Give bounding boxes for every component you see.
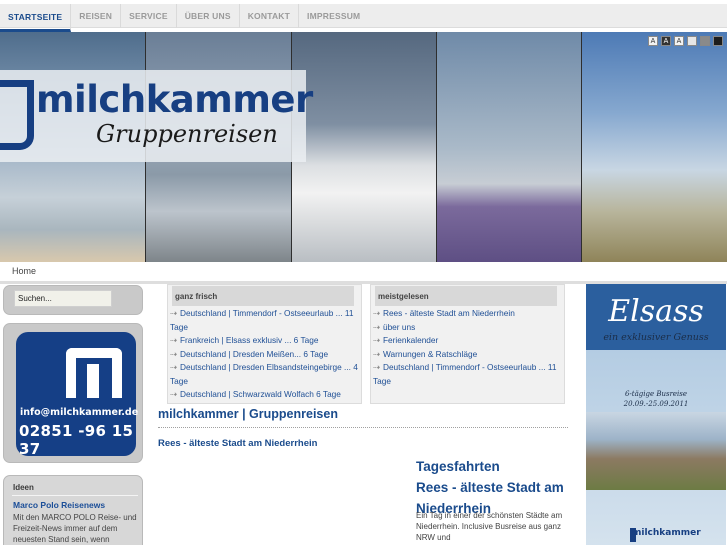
logo-subtitle: Gruppenreisen [96,120,278,148]
list-item[interactable]: ⇢ Ferienkalender [373,334,563,348]
ad-subtitle: ein exklusiver Genuss [603,332,709,343]
milchkammer-m-stem-icon [87,364,99,398]
color-scheme-dark-button[interactable] [713,36,723,46]
list-item[interactable]: ⇢ über uns [373,321,563,335]
ad-photo-village [586,412,726,490]
list-item[interactable]: ⇢ Deutschland | Timmendorf - Ostseeurlaub… [170,307,360,334]
nav-item-ueber-uns[interactable]: ÜBER UNS [177,4,240,28]
font-size-switcher: A A A [648,36,723,46]
list-item[interactable]: ⇢ Warnungen & Ratschläge [373,348,563,362]
list-item[interactable]: ⇢ Deutschland | Timmendorf - Ostseeurlaub… [373,361,563,388]
ad-trip-dates: 20.09.-25.09.2011 [623,400,689,408]
arrow-icon: ⇢ [170,362,177,372]
list-item-label: Ferienkalender [382,335,439,345]
contact-phone: 02851 -96 15 37 [19,422,134,458]
arrow-icon: ⇢ [373,335,380,345]
list-item-label: Deutschland | Dresden Elbsandsteingebirg… [170,362,358,386]
arrow-icon: ⇢ [373,348,380,359]
ideen-news-link[interactable]: Marco Polo Reisenews [13,500,105,510]
tagesfahrten-heading-line: Tagesfahrten [416,459,500,474]
font-size-medium-button[interactable]: A [661,36,671,46]
arrow-icon: ⇢ [170,348,177,359]
nav-item-impressum[interactable]: IMPRESSUM [299,4,368,28]
nav-item-reisen[interactable]: REISEN [71,4,122,28]
search-input[interactable] [14,290,112,307]
nav-menu: STARTSEITE REISEN SERVICE ÜBER UNS KONTA… [0,4,368,32]
font-size-large-button[interactable]: A [674,36,684,46]
box-ganz-frisch-title: ganz frisch [172,286,354,306]
ganz-frisch-list: ⇢ Deutschland | Timmendorf - Ostseeurlaub… [170,307,360,402]
logo-wordmark: milchkammer [36,78,313,121]
site-logo[interactable]: milchkammer Gruppenreisen [0,70,313,162]
list-item[interactable]: ⇢ Deutschland | Dresden Elbsandsteingebir… [170,361,360,388]
contact-box: info@milchkammer.de 02851 -96 15 37 [3,323,143,463]
ideen-divider [12,495,138,496]
ad-logo: milchkammer [632,528,701,538]
banner-photo-dunes [582,32,727,262]
arrow-icon: ⇢ [170,335,177,345]
tagesfahrten-text: Ein Tag in einer der schönsten Städte am… [416,511,563,542]
tagesfahrten-heading-line: Rees - älteste Stadt am [416,480,564,495]
top-navigation: STARTSEITE REISEN SERVICE ÜBER UNS KONTA… [0,0,727,32]
nav-item-startseite[interactable]: STARTSEITE [0,4,72,32]
ad-title: Elsass [608,294,704,329]
page-title: milchkammer | Gruppenreisen [158,407,338,421]
banner-photo-lavender [437,32,582,262]
arrow-icon: ⇢ [373,321,380,332]
box-meistgelesen: meistgelesen ⇢ Rees - älteste Stadt am Ni… [370,284,565,404]
arrow-icon: ⇢ [170,389,177,399]
list-item[interactable]: ⇢ Deutschland | Dresden Meißen... 6 Tage [170,348,360,362]
font-size-small-button[interactable]: A [648,36,658,46]
meistgelesen-list: ⇢ Rees - älteste Stadt am Niederrhein ⇢ üb… [373,307,563,388]
ideen-box: Ideen Marco Polo Reisenews Mit den MARCO… [3,475,143,545]
list-item-label: Rees - älteste Stadt am Niederrhein [382,308,515,318]
contact-card[interactable]: info@milchkammer.de 02851 -96 15 37 [16,332,139,458]
ideen-title: Ideen [13,483,34,492]
list-item-label: Deutschland | Timmendorf - Ostseeurlaub … [373,362,557,386]
nav-item-service[interactable]: SERVICE [121,4,177,28]
box-ganz-frisch: ganz frisch ⇢ Deutschland | Timmendorf - … [167,284,362,404]
list-item-label: Deutschland | Schwarzwald Wolfach 6 Tage [179,389,341,399]
list-item-label: über uns [382,321,416,332]
list-item-label: Deutschland | Dresden Meißen... 6 Tage [179,348,329,359]
ideen-text: Mit den MARCO POLO Reise- und Freizeit-N… [13,513,137,544]
list-item-label: Deutschland | Timmendorf - Ostseeurlaub … [170,308,354,332]
contact-email: info@milchkammer.de [20,407,139,418]
article-title-link[interactable]: Rees - älteste Stadt am Niederrhein [158,438,317,449]
banner-photo-mountains [292,32,437,262]
header-banner: milchkammer Gruppenreisen A A A [0,32,727,262]
breadcrumb[interactable]: Home [12,266,36,276]
elsass-ad-banner[interactable]: Elsass ein exklusiver Genuss 6-tägige Bu… [586,284,726,545]
list-item[interactable]: ⇢ Deutschland | Schwarzwald Wolfach 6 Tag… [170,388,360,402]
search-box [3,285,143,315]
title-divider [158,427,568,428]
list-item-label: Warnungen & Ratschläge [382,348,478,359]
arrow-icon: ⇢ [373,308,380,318]
color-scheme-gray-button[interactable] [700,36,710,46]
list-item[interactable]: ⇢ Frankreich | Elsass exklusiv ... 6 Tage [170,334,360,348]
box-meistgelesen-title: meistgelesen [375,286,557,306]
arrow-icon: ⇢ [373,362,380,372]
list-item-label: Frankreich | Elsass exklusiv ... 6 Tage [179,335,319,345]
arrow-icon: ⇢ [170,308,177,318]
logo-mark-icon [0,80,34,150]
list-item[interactable]: ⇢ Rees - älteste Stadt am Niederrhein [373,307,563,321]
nav-item-kontakt[interactable]: KONTAKT [240,4,300,28]
ad-trip-type: 6-tägige Busreise [624,390,688,398]
color-scheme-light-button[interactable] [687,36,697,46]
